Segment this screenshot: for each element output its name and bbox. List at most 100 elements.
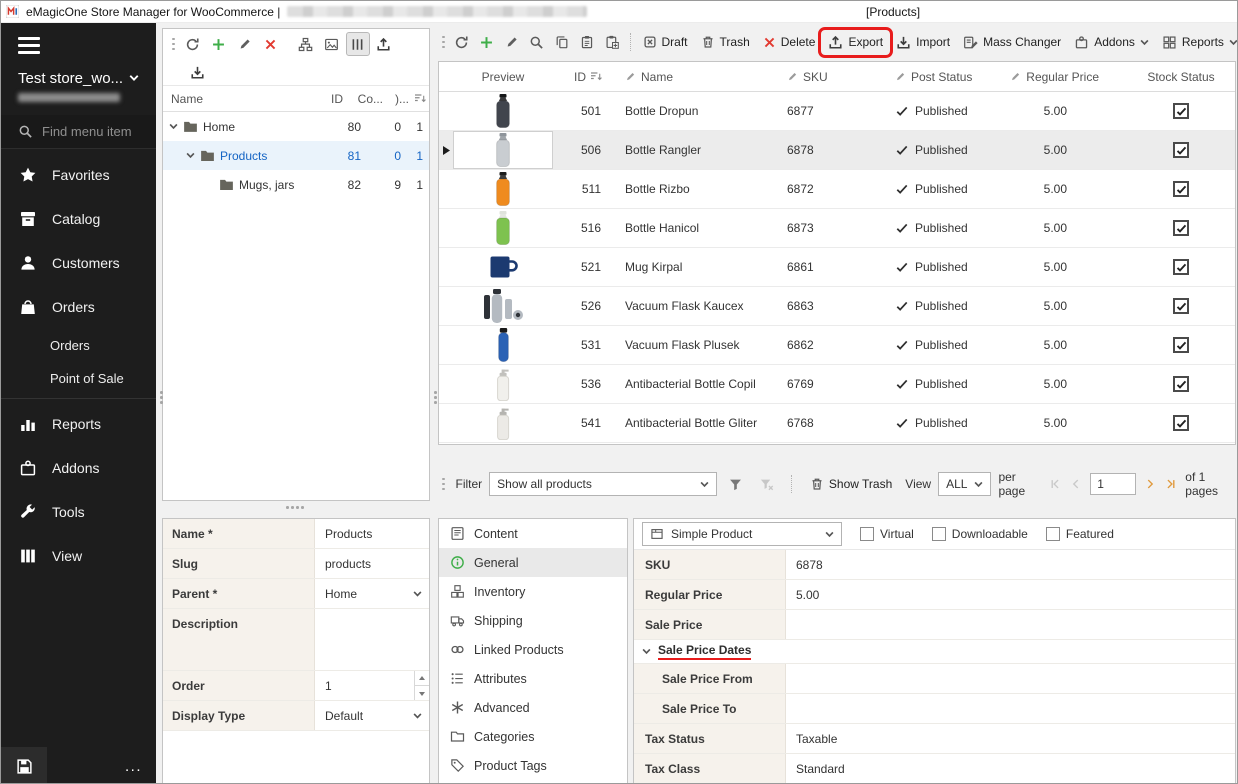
sort-icon[interactable] <box>411 93 429 104</box>
edit-category-button[interactable] <box>233 32 257 56</box>
tab-product-tags[interactable]: Product Tags <box>439 751 627 780</box>
product-type-select[interactable]: Simple Product <box>642 522 842 546</box>
col-post-status[interactable]: Post Status <box>883 62 1023 91</box>
product-row[interactable]: 516Bottle Hanicol6873Published5.00 <box>439 209 1235 248</box>
sidebar-item-catalog[interactable]: Catalog <box>1 197 156 241</box>
tab-advanced[interactable]: Advanced <box>439 693 627 722</box>
apply-filter-button[interactable] <box>724 472 748 496</box>
stock-status-checkbox[interactable] <box>1173 181 1189 197</box>
menu-search[interactable] <box>1 115 156 149</box>
sidebar-item-addons[interactable]: Addons <box>1 446 156 490</box>
form-field-name[interactable]: Products <box>315 519 429 548</box>
store-selector[interactable]: Test store_wo... <box>18 70 139 87</box>
add-category-button[interactable] <box>207 32 231 56</box>
delete-category-button[interactable] <box>259 32 283 56</box>
trash-button[interactable]: Trash <box>695 31 756 53</box>
show-trash-button[interactable]: Show Trash <box>804 473 898 495</box>
tree-col-count[interactable]: Co... <box>347 92 387 106</box>
form-field-slug[interactable]: products <box>315 549 429 578</box>
next-page-button[interactable] <box>1143 477 1157 491</box>
export-button[interactable]: Export <box>822 31 889 54</box>
tree-col-extra[interactable]: )... <box>387 92 411 106</box>
toolbar-drag-handle[interactable] <box>438 36 449 49</box>
section-sale-price-dates[interactable]: Sale Price Dates <box>634 640 1235 664</box>
import-button[interactable]: Import <box>890 31 956 54</box>
detail-field-tax-class[interactable]: Standard <box>786 754 1235 783</box>
clear-filter-button[interactable] <box>755 472 779 496</box>
import-categories-button[interactable] <box>185 60 209 84</box>
form-field-display-type[interactable]: Default <box>315 701 429 730</box>
tab-inventory[interactable]: Inventory <box>439 577 627 606</box>
export-categories-button[interactable] <box>372 32 396 56</box>
detail-field-sale-price[interactable] <box>786 610 1235 639</box>
tab-content[interactable]: Content <box>439 519 627 548</box>
col-preview[interactable]: Preview <box>453 62 553 91</box>
category-tree-row[interactable]: Mugs, jars8291 <box>163 170 429 199</box>
col-regular-price[interactable]: Regular Price <box>1023 62 1127 91</box>
checkbox-featured[interactable]: Featured <box>1046 527 1114 541</box>
refresh-products-button[interactable] <box>450 30 474 54</box>
sidebar-item-orders[interactable]: Orders <box>1 285 156 329</box>
product-row[interactable]: 506Bottle Rangler6878Published5.00 <box>439 131 1235 170</box>
product-row[interactable]: 511Bottle Rizbo6872Published5.00 <box>439 170 1235 209</box>
tree-col-name[interactable]: Name <box>163 92 313 106</box>
form-field-order[interactable]: 1 <box>315 671 429 700</box>
tab-general[interactable]: General <box>439 548 627 577</box>
search-products-button[interactable] <box>525 30 549 54</box>
horizontal-splitter-handle[interactable] <box>286 506 304 509</box>
sidebar-item-reports[interactable]: Reports <box>1 402 156 446</box>
image-view-button[interactable] <box>320 32 344 56</box>
stock-status-checkbox[interactable] <box>1173 220 1189 236</box>
stock-status-checkbox[interactable] <box>1173 415 1189 431</box>
category-tree-row[interactable]: Products8101 <box>163 141 429 170</box>
product-row[interactable]: 531Vacuum Flask Plusek6862Published5.00 <box>439 326 1235 365</box>
mass-changer-button[interactable]: Mass Changer <box>957 31 1067 54</box>
tree-col-id[interactable]: ID <box>313 92 347 106</box>
menu-toggle-button[interactable] <box>18 37 40 54</box>
tab-linked-products[interactable]: Linked Products <box>439 635 627 664</box>
product-row[interactable]: 501Bottle Dropun6877Published5.00 <box>439 92 1235 131</box>
sidebar-item-favorites[interactable]: Favorites <box>1 153 156 197</box>
add-product-button[interactable] <box>475 30 499 54</box>
more-button[interactable]: ... <box>125 758 142 775</box>
panel-splitter-handle[interactable] <box>430 391 441 404</box>
sidebar-subitem-orders[interactable]: Orders <box>1 329 156 362</box>
detail-field-sale-price-to[interactable] <box>786 694 1235 723</box>
draft-button[interactable]: Draft <box>637 31 694 53</box>
detail-field-regular-price[interactable]: 5.00 <box>786 580 1235 609</box>
product-row[interactable]: 536Antibacterial Bottle Copil6769Publish… <box>439 365 1235 404</box>
addons-dropdown[interactable]: Addons <box>1068 31 1155 54</box>
stock-status-checkbox[interactable] <box>1173 259 1189 275</box>
product-row[interactable]: 526Vacuum Flask Kaucex6863Published5.00 <box>439 287 1235 326</box>
view-select[interactable]: ALL <box>938 472 991 496</box>
stock-status-checkbox[interactable] <box>1173 376 1189 392</box>
detail-field-sku[interactable]: 6878 <box>786 550 1235 579</box>
col-stock-status[interactable]: Stock Status <box>1127 62 1235 91</box>
prev-page-button[interactable] <box>1069 477 1083 491</box>
tree-view-button[interactable] <box>294 32 318 56</box>
sidebar-item-tools[interactable]: Tools <box>1 490 156 534</box>
save-button[interactable] <box>1 747 47 784</box>
detail-field-sale-price-from[interactable] <box>786 664 1235 693</box>
product-row[interactable]: 541Antibacterial Bottle Gliter6768Publis… <box>439 404 1235 443</box>
col-id[interactable]: ID <box>553 62 613 91</box>
paste-special-button[interactable] <box>600 30 624 54</box>
sidebar-item-view[interactable]: View <box>1 534 156 578</box>
form-field-description[interactable] <box>315 609 429 670</box>
col-name[interactable]: Name <box>613 62 773 91</box>
sidebar-subitem-point-of-sale[interactable]: Point of Sale <box>1 362 156 395</box>
edit-product-button[interactable] <box>500 30 524 54</box>
form-field-parent[interactable]: Home <box>315 579 429 608</box>
product-row[interactable]: 521Mug Kirpal6861Published5.00 <box>439 248 1235 287</box>
stock-status-checkbox[interactable] <box>1173 142 1189 158</box>
menu-search-input[interactable] <box>42 124 154 139</box>
toolbar-drag-handle[interactable] <box>438 478 449 491</box>
tab-categories[interactable]: Categories <box>439 722 627 751</box>
last-page-button[interactable] <box>1164 477 1178 491</box>
copy-button[interactable] <box>550 30 574 54</box>
page-input[interactable] <box>1090 473 1136 495</box>
toolbar-drag-handle[interactable] <box>168 38 179 51</box>
sidebar-splitter-handle[interactable] <box>156 391 167 404</box>
tab-shipping[interactable]: Shipping <box>439 606 627 635</box>
category-tree-row[interactable]: Home8001 <box>163 112 429 141</box>
